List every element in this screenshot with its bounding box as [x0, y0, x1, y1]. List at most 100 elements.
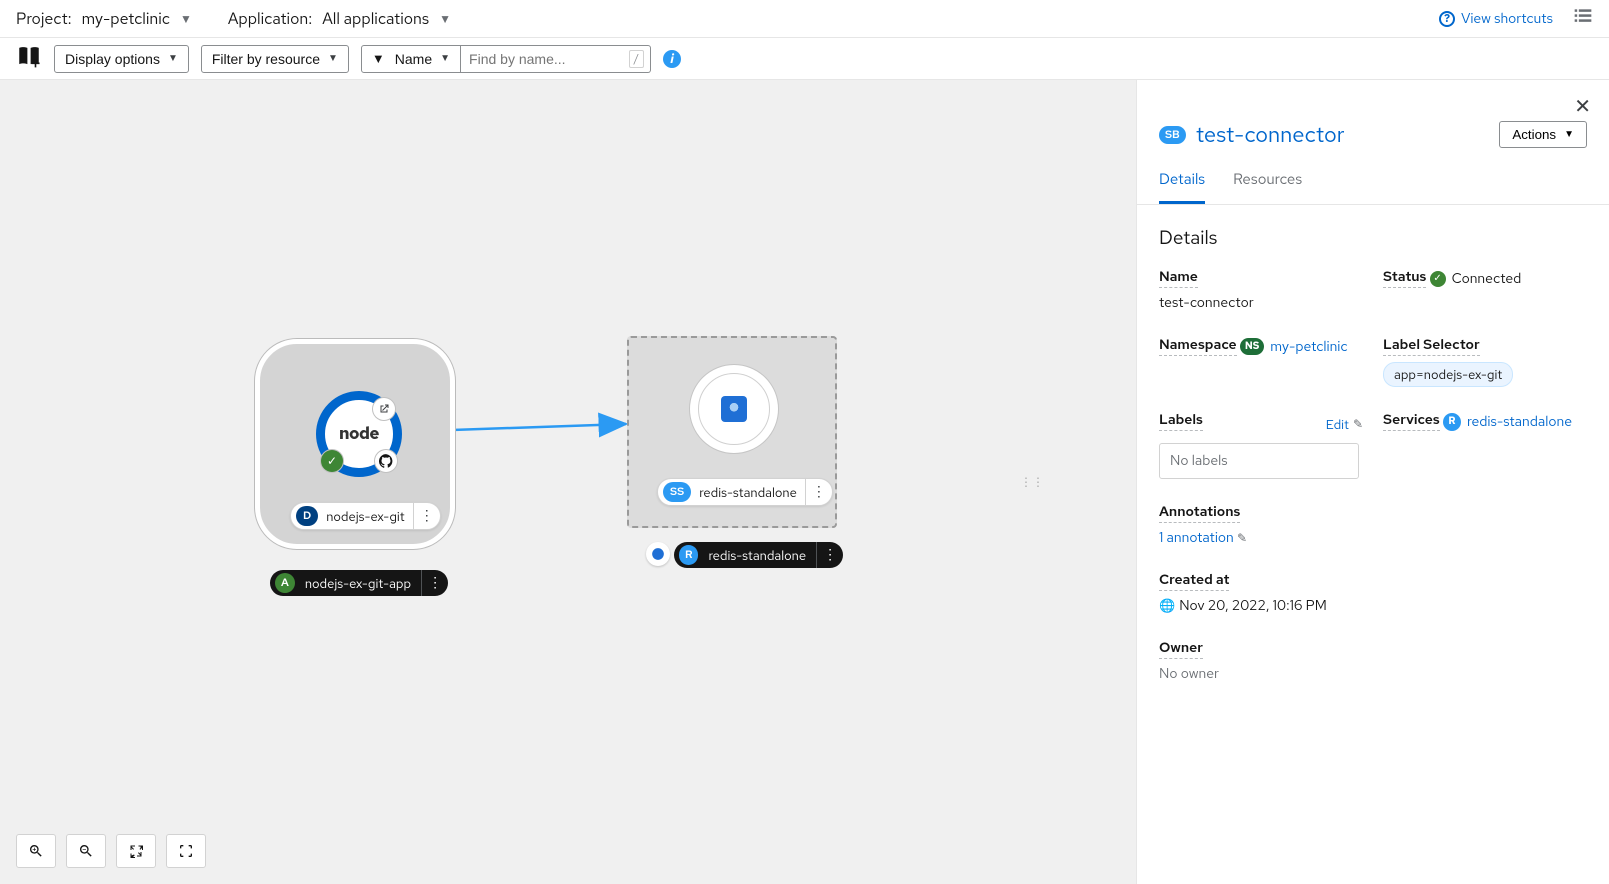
operator-group-redis[interactable]: SS redis-standalone ⋮ [627, 336, 837, 528]
field-name: Name test-connector [1159, 268, 1363, 312]
owner-value: No owner [1159, 665, 1363, 683]
application-selector[interactable]: Application: All applications ▼ [228, 8, 451, 29]
namespace-link[interactable]: NS my-petclinic [1240, 338, 1348, 356]
panel-splitter[interactable]: ⋮⋮ [1028, 80, 1036, 884]
field-created-at: Created at 🌐Nov 20, 2022, 10:16 PM [1159, 571, 1363, 615]
pencil-icon: ✎ [1353, 416, 1363, 432]
annotations-count: 1 annotation [1159, 529, 1234, 547]
funnel-icon: ▼ [372, 51, 385, 66]
filter-by-resource-label: Filter by resource [212, 51, 320, 67]
side-panel-header: SB test-connector Actions ▼ [1137, 80, 1609, 149]
application-group-nodejs[interactable]: node ✓ D nodejs-ex-git ⋮ [255, 339, 455, 549]
group-label-text: redis-standalone [698, 543, 816, 568]
details-grid: Name test-connector Status ✓ Connected N… [1159, 268, 1587, 683]
field-label-owner: Owner [1159, 639, 1203, 659]
find-by-name-input[interactable] [469, 51, 642, 67]
filter-kind-dropdown[interactable]: ▼ Name ▼ [361, 45, 461, 73]
project-selector[interactable]: Project: my-petclinic ▼ [16, 8, 192, 29]
field-namespace: Namespace NS my-petclinic [1159, 336, 1363, 387]
tab-resources[interactable]: Resources [1233, 169, 1302, 204]
selector-chip[interactable]: app=nodejs-ex-git [1383, 362, 1513, 387]
kebab-menu[interactable]: ⋮ [413, 503, 440, 529]
filter-by-resource-dropdown[interactable]: Filter by resource ▼ [201, 45, 349, 73]
external-link-icon [378, 403, 390, 415]
chevron-down-icon: ▼ [180, 11, 192, 27]
info-icon[interactable]: i [663, 50, 681, 68]
route-decorator[interactable] [373, 398, 395, 420]
field-label-labels: Labels [1159, 411, 1203, 431]
field-label-created: Created at [1159, 571, 1229, 591]
view-shortcuts-link[interactable]: ? View shortcuts [1439, 10, 1553, 28]
connector-arrow[interactable] [0, 80, 1028, 880]
field-services: Services R redis-standalone [1383, 411, 1587, 479]
field-owner: Owner No owner [1159, 639, 1363, 683]
created-at-value: 🌐Nov 20, 2022, 10:16 PM [1159, 597, 1363, 615]
zoom-in-button[interactable] [16, 834, 56, 868]
node-label-redis[interactable]: SS redis-standalone ⋮ [657, 478, 833, 506]
tab-details[interactable]: Details [1159, 169, 1205, 204]
chevron-down-icon: ▼ [440, 53, 450, 64]
details-heading: Details [1159, 225, 1587, 250]
zoom-in-icon [28, 843, 44, 859]
chevron-down-icon: ▼ [1564, 129, 1574, 140]
annotations-link[interactable]: 1 annotation ✎ [1159, 529, 1363, 547]
labels-empty-box: No labels [1159, 443, 1359, 479]
kebab-menu[interactable]: ⋮ [816, 542, 843, 568]
display-options-dropdown[interactable]: Display options ▼ [54, 45, 189, 73]
field-label-name: Name [1159, 268, 1198, 288]
operator-badge-circle[interactable] [646, 542, 670, 566]
kebab-menu[interactable]: ⋮ [421, 570, 448, 596]
resource-badge-statefulset: SS [663, 482, 691, 502]
context-bar-right: ? View shortcuts [1439, 6, 1593, 31]
selector-chip-wrap: app=nodejs-ex-git [1383, 362, 1587, 387]
resource-badge-redis: R [679, 545, 698, 565]
field-value-status: ✓ Connected [1430, 270, 1522, 288]
chevron-down-icon: ▼ [328, 53, 338, 64]
actions-dropdown[interactable]: Actions ▼ [1499, 121, 1587, 148]
field-annotations: Annotations 1 annotation ✎ [1159, 503, 1363, 547]
github-icon [379, 454, 393, 468]
node-label-nodejs[interactable]: D nodejs-ex-git ⋮ [290, 502, 441, 530]
catalog-icon [16, 43, 42, 69]
edit-labels-link[interactable]: Edit ✎ [1326, 416, 1363, 433]
resource-badge-servicebinding: SB [1159, 126, 1186, 144]
resource-badge-namespace: NS [1240, 338, 1264, 355]
pencil-icon: ✎ [1237, 530, 1247, 546]
reset-view-button[interactable] [166, 834, 206, 868]
side-panel-tabs: Details Resources [1137, 149, 1609, 205]
resource-badge-r: R [1443, 413, 1461, 431]
group-label-redis-operator[interactable]: R redis-standalone ⋮ [674, 542, 843, 568]
service-name: redis-standalone [1467, 413, 1572, 431]
quick-add-button[interactable] [16, 43, 42, 74]
resource-badge-application: A [275, 573, 295, 593]
group-label-text: nodejs-ex-git-app [295, 571, 421, 596]
field-label-status: Status [1383, 268, 1426, 288]
zoom-out-button[interactable] [66, 834, 106, 868]
source-decorator[interactable] [375, 450, 397, 472]
group-label-nodejs-app[interactable]: A nodejs-ex-git-app ⋮ [270, 570, 448, 596]
close-panel-button[interactable]: ✕ [1574, 94, 1591, 120]
context-bar: Project: my-petclinic ▼ Application: All… [0, 0, 1609, 38]
side-panel-body: Details Name test-connector Status ✓ Con… [1137, 205, 1609, 703]
fit-to-screen-button[interactable] [116, 834, 156, 868]
topology-toolbar: Display options ▼ Filter by resource ▼ ▼… [0, 38, 1609, 80]
list-icon [1573, 6, 1593, 26]
context-bar-left: Project: my-petclinic ▼ Application: All… [16, 8, 451, 29]
statefulset-node-redis[interactable] [689, 364, 779, 454]
list-view-toggle[interactable] [1573, 6, 1593, 31]
status-decorator[interactable]: ✓ [321, 450, 343, 472]
field-labels: Labels Edit ✎ No labels [1159, 411, 1363, 479]
service-link[interactable]: R redis-standalone [1443, 413, 1572, 431]
help-icon: ? [1439, 11, 1455, 27]
status-text: Connected [1452, 270, 1522, 288]
field-label-namespace: Namespace [1159, 336, 1237, 356]
field-value-name: test-connector [1159, 294, 1363, 312]
deployment-node-nodejs[interactable]: node ✓ [316, 391, 402, 477]
kebab-menu[interactable]: ⋮ [805, 479, 832, 505]
check-circle-icon: ✓ [1430, 271, 1446, 287]
actions-label: Actions [1512, 127, 1556, 142]
field-label-services: Services [1383, 411, 1440, 431]
view-shortcuts-label: View shortcuts [1461, 10, 1553, 28]
expand-icon [178, 843, 194, 859]
keyboard-shortcut-slash: / [629, 50, 644, 68]
